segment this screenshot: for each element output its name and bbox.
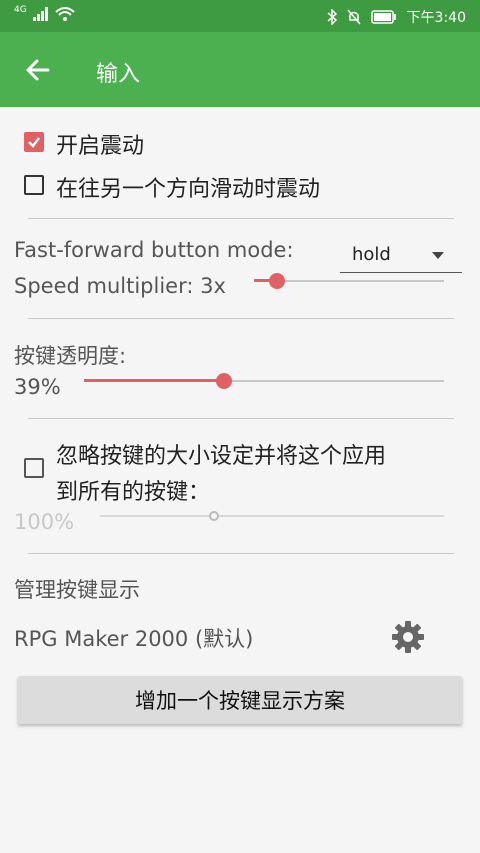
divider xyxy=(28,318,454,319)
opacity-slider[interactable] xyxy=(84,371,444,391)
mute-icon xyxy=(346,9,361,25)
bluetooth-icon xyxy=(327,9,337,25)
speed-multiplier-slider[interactable] xyxy=(254,271,444,291)
status-right: 下午3:40 xyxy=(327,7,466,27)
slider-track xyxy=(100,515,444,517)
vibration-checkbox[interactable] xyxy=(24,132,44,152)
fast-forward-mode-select[interactable]: hold xyxy=(340,240,462,273)
fast-forward-label: Fast-forward button mode: xyxy=(14,238,294,262)
opacity-value: 39% xyxy=(14,375,61,399)
status-time: 下午3:40 xyxy=(406,10,466,26)
check-icon xyxy=(28,137,40,148)
size-value: 100% xyxy=(14,510,75,534)
wifi-icon xyxy=(55,7,75,21)
fast-forward-mode-value: hold xyxy=(352,244,391,265)
slider-fill xyxy=(84,379,225,382)
ignore-size-label-line2[interactable]: 到所有的按键： xyxy=(56,474,210,506)
page-title: 输入 xyxy=(96,62,141,87)
add-layout-button[interactable]: 增加一个按键显示方案 xyxy=(18,676,462,724)
size-slider[interactable] xyxy=(100,506,444,526)
status-left: 4G xyxy=(14,5,75,21)
divider xyxy=(28,418,454,419)
network-type-label: 4G xyxy=(14,5,27,15)
ignore-size-label-line1[interactable]: 忽略按键的大小设定并将这个应用 xyxy=(56,438,386,470)
slider-thumb[interactable] xyxy=(216,373,233,389)
ignore-size-checkbox[interactable] xyxy=(24,458,44,478)
layout-name[interactable]: RPG Maker 2000 (默认) xyxy=(14,623,253,653)
arrow-left-icon[interactable] xyxy=(22,54,54,86)
divider xyxy=(28,218,454,219)
swipe-vibration-label[interactable]: 在往另一个方向滑动时震动 xyxy=(56,171,320,203)
battery-icon xyxy=(370,10,396,24)
app-toolbar: 输入 xyxy=(0,32,480,107)
vibration-label[interactable]: 开启震动 xyxy=(56,128,144,160)
swipe-vibration-checkbox[interactable] xyxy=(24,175,44,195)
chevron-down-icon xyxy=(432,252,444,259)
status-bar: 4G 下午3:40 xyxy=(0,0,480,32)
speed-multiplier-label: Speed multiplier: 3x xyxy=(14,274,226,298)
divider xyxy=(28,553,454,554)
gear-icon[interactable] xyxy=(390,619,426,655)
manage-layouts-header: 管理按键显示 xyxy=(14,578,140,602)
signal-icon xyxy=(32,7,48,21)
slider-thumb[interactable] xyxy=(268,273,285,289)
opacity-label: 按键透明度: xyxy=(14,344,127,368)
slider-thumb[interactable] xyxy=(208,511,219,521)
